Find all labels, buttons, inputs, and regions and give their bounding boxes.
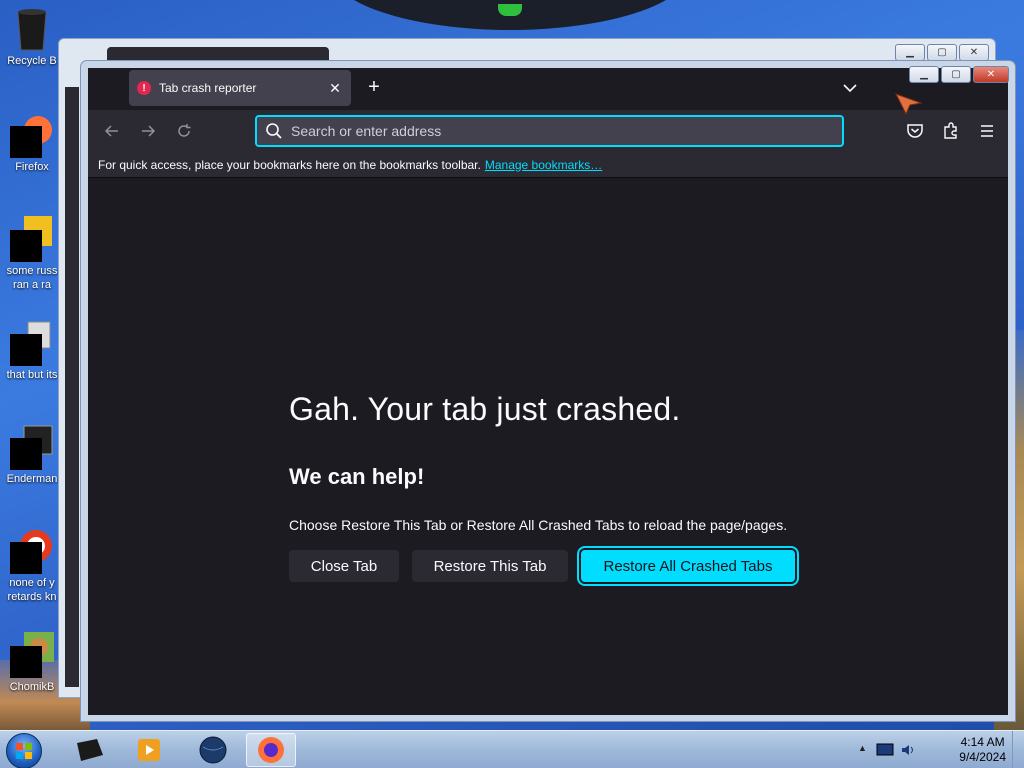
menu-button[interactable]	[977, 121, 997, 141]
desktop-icon-label-line2: retards kn	[7, 591, 57, 603]
search-icon	[266, 123, 282, 139]
browser-frame: ! Tab crash reporter ✕ + Search or enter…	[88, 68, 1008, 715]
desktop-icon-some-russ[interactable]: some russ ran a ra	[0, 216, 67, 292]
taskbar-app-globe[interactable]	[188, 733, 238, 767]
hamburger-menu-icon	[981, 125, 993, 137]
system-tray: ▲ 4:14 AM 9/4/2024	[854, 731, 1024, 768]
document-icon	[10, 216, 54, 262]
desktop-device-graphic	[330, 0, 690, 30]
show-hidden-icons-button[interactable]: ▲	[858, 743, 867, 753]
tab-bar: ! Tab crash reporter ✕ +	[88, 68, 1008, 110]
recycle-bin-icon	[10, 6, 54, 51]
reload-button[interactable]	[174, 121, 194, 141]
address-input[interactable]	[291, 123, 811, 139]
desktop-icon-label: some russ	[6, 265, 58, 277]
desktop-icon-none-of-y[interactable]: none of y retards kn	[0, 528, 67, 604]
desktop-icon-label: Firefox	[15, 161, 49, 173]
globe-icon	[199, 736, 227, 764]
back-button[interactable]	[102, 121, 122, 141]
extensions-button[interactable]	[941, 121, 961, 141]
window-controls: ▁ ▢ ✕	[909, 66, 1009, 83]
minimize-button[interactable]: ▁	[895, 44, 925, 61]
restore-all-crashed-tabs-button[interactable]: Restore All Crashed Tabs	[581, 550, 795, 582]
firefox-icon	[258, 737, 284, 763]
folder-stack-icon	[10, 320, 54, 366]
tab-title: Tab crash reporter	[159, 81, 257, 95]
desktop-icon-enderman[interactable]: Enderman	[0, 424, 67, 486]
pocket-button[interactable]	[905, 121, 925, 141]
forward-button[interactable]	[138, 121, 158, 141]
error-icon: !	[137, 81, 151, 95]
desktop-icon-label: ChomikB	[9, 681, 55, 693]
maximize-button[interactable]: ▢	[941, 66, 971, 83]
desktop-icon-label: none of y	[9, 577, 55, 589]
new-tab-button[interactable]: +	[362, 76, 386, 99]
bookmarks-hint-text: For quick access, place your bookmarks h…	[98, 157, 481, 172]
manage-bookmarks-link[interactable]: Manage bookmarks…	[485, 158, 602, 172]
chevron-down-icon	[843, 84, 857, 93]
taskbar: ▲ 4:14 AM 9/4/2024	[0, 730, 1024, 768]
crash-page: Gah. Your tab just crashed. We can help!…	[88, 179, 1008, 715]
clock-time: 4:14 AM	[960, 735, 1005, 749]
bookmarks-toolbar: For quick access, place your bookmarks h…	[88, 152, 1008, 178]
desktop-icon-label: that but its	[6, 369, 58, 381]
list-all-tabs-button[interactable]	[840, 78, 860, 98]
desktop-icon-label: Recycle B	[7, 55, 57, 67]
network-icon[interactable]	[876, 742, 894, 758]
navigation-toolbar	[88, 110, 1008, 152]
desktop-icon-chomikb[interactable]: ChomikB	[0, 632, 67, 694]
address-bar[interactable]	[255, 115, 844, 147]
program-icon	[10, 424, 54, 470]
desktop-icon-label: Enderman	[6, 473, 58, 485]
minimize-button[interactable]: ▁	[909, 66, 939, 83]
back-arrow-icon	[104, 125, 118, 137]
taskbar-app-firefox[interactable]	[246, 733, 296, 767]
taskbar-app-1[interactable]	[64, 733, 114, 767]
device-led	[498, 4, 522, 16]
background-window-controls: ▁ ▢ ✕	[895, 44, 989, 61]
firefox-window[interactable]: ▁ ▢ ✕ ! Tab crash reporter ✕ + Search or…	[80, 60, 1016, 722]
forward-arrow-icon	[142, 125, 156, 137]
start-button[interactable]	[6, 733, 42, 768]
mouse-cursor-icon	[895, 93, 923, 115]
desktop-icon-recycle-bin[interactable]: Recycle B	[0, 6, 67, 68]
clock-date: 9/4/2024	[959, 750, 1006, 764]
hamster-icon	[10, 632, 54, 678]
maximize-button[interactable]: ▢	[927, 44, 957, 61]
crash-description: Choose Restore This Tab or Restore All C…	[289, 517, 788, 533]
volume-icon[interactable]	[900, 742, 916, 758]
taskbar-app-media-player[interactable]	[124, 733, 174, 767]
windows-logo-icon	[16, 743, 32, 759]
restore-this-tab-button[interactable]: Restore This Tab	[412, 550, 568, 582]
desktop-icon-firefox[interactable]: Firefox	[0, 112, 67, 174]
show-desktop-button[interactable]	[1012, 731, 1024, 768]
desktop-icon-label-line2: ran a ra	[13, 279, 51, 291]
close-tab-button[interactable]: Close Tab	[289, 550, 399, 582]
background-window-content	[65, 87, 79, 687]
media-icon	[10, 528, 54, 574]
close-button[interactable]: ✕	[959, 44, 989, 61]
media-player-icon	[138, 739, 160, 761]
tab-close-icon[interactable]: ✕	[327, 80, 343, 97]
tab-crash-reporter[interactable]: ! Tab crash reporter ✕	[129, 70, 351, 106]
pocket-icon	[907, 124, 923, 138]
puzzle-icon	[944, 122, 957, 139]
desktop-icon-that-but-its[interactable]: that but its	[0, 320, 67, 382]
firefox-icon	[10, 112, 54, 158]
crash-title: Gah. Your tab just crashed.	[289, 391, 681, 427]
taskbar-clock[interactable]: 4:14 AM 9/4/2024	[959, 735, 1006, 765]
close-button[interactable]: ✕	[973, 66, 1009, 83]
reload-icon	[178, 124, 191, 137]
crash-subtitle: We can help!	[289, 464, 425, 489]
device-icon	[77, 739, 103, 761]
